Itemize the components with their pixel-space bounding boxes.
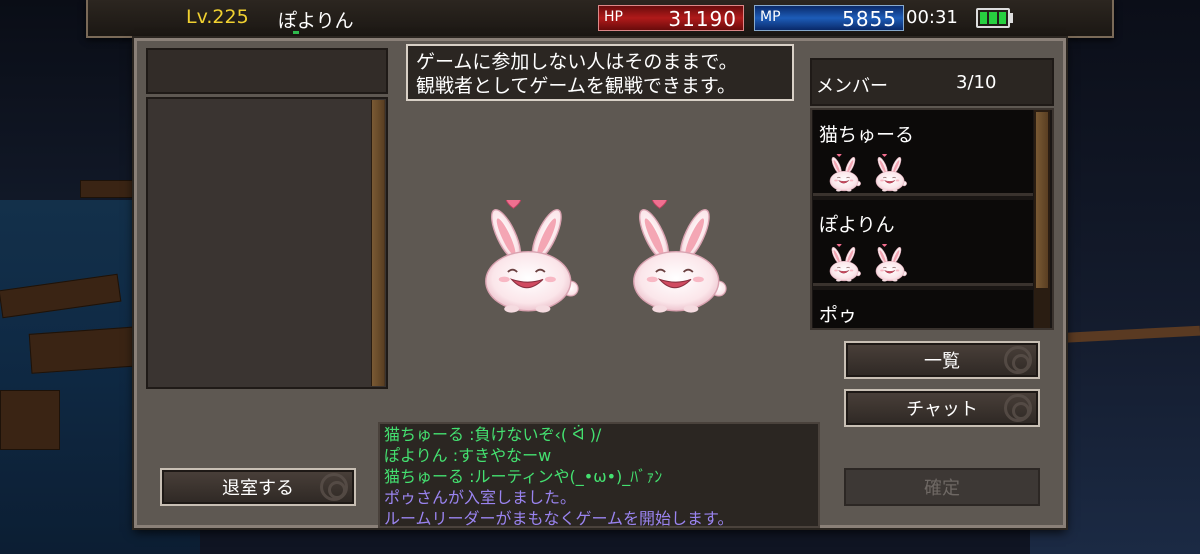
battery-nub [1010,13,1013,23]
notice-line-1: ゲームに参加しない人はそのままで。 [416,51,738,73]
system-message: ポゥさんが入室しました。 [384,488,577,507]
clock: 00:31 [906,7,958,28]
system-message: ルームリーダーがまもなくゲームを開始します。 [384,509,734,528]
battery-cell [998,12,1006,24]
hp-value: 31190 [668,7,737,31]
chat-button-label: チャット [906,399,978,420]
bunny-avatar-icon [632,200,727,314]
member-card[interactable]: ポゥ [813,290,1033,328]
members-header: メンバー 3/10 [810,58,1054,106]
player-name: ぽよりん [278,10,354,32]
bunny-icon [829,244,862,282]
swirl-ornament-icon [320,473,348,501]
member-name: ぽよりん [819,214,895,236]
chat-log[interactable]: 猫ちゅーる :負けないぞ‹( ᐛ )/ ぽよりん :すきやなーw 猫ちゅーる :… [378,422,820,528]
battery-cell [980,12,988,24]
leave-button-label: 退室する [222,478,294,499]
chat-line: ぽよりん :すきやなーw [384,446,552,465]
chat-line: 猫ちゅーる :負けないぞ‹( ᐛ )/ [384,425,602,444]
exp-bar [293,31,299,34]
hp-label: HP [604,9,623,25]
member-name: ポゥ [819,304,858,326]
mp-label: MP [760,9,781,25]
background-plank [0,390,60,450]
members-count: 3/10 [956,72,997,93]
list-button[interactable]: 一覧 [844,341,1040,379]
member-card[interactable]: 猫ちゅーる [813,110,1033,196]
hp-gauge: HP 31190 [598,5,744,31]
bunny-icon [829,154,862,192]
room-info-list [146,97,388,389]
mp-value: 5855 [842,7,897,31]
chat-button[interactable]: チャット [844,389,1040,427]
list-button-label: 一覧 [924,351,960,372]
swirl-ornament-icon [1004,394,1032,422]
notice-line-2: 観戦者としてゲームを観戦できます。 [416,75,736,97]
bunny-icon [875,244,908,282]
background-plank [80,180,135,198]
members-label: メンバー [816,76,888,97]
confirm-button[interactable]: 確定 [844,468,1040,506]
swirl-ornament-icon [1004,346,1032,374]
mp-gauge: MP 5855 [754,5,904,31]
members-scroll-thumb[interactable] [1036,112,1048,288]
confirm-button-label: 確定 [924,478,960,499]
spectator-notice: ゲームに参加しない人はそのままで。 観戦者としてゲームを観戦できます。 [406,44,794,101]
player-level: Lv.225 [186,6,249,28]
chat-line: 猫ちゅーる :ルーティンや(_•ω•)_ﾊﾞｧﾝ [384,467,663,486]
bunny-avatar-icon [484,200,579,314]
bunny-icon [875,154,908,192]
members-list[interactable]: 猫ちゅーる ぽよりん ポゥ [810,108,1054,330]
battery-icon [976,8,1010,28]
room-info-header [146,48,388,94]
member-card[interactable]: ぽよりん [813,200,1033,286]
battery-cell [989,12,997,24]
room-info-scroll-thumb[interactable] [372,100,384,386]
leave-room-button[interactable]: 退室する [160,468,356,506]
status-bar: Lv.225 ぽよりん HP 31190 MP 5855 00:31 [86,0,1114,38]
background-plank [28,326,142,374]
member-name: 猫ちゅーる [819,124,915,146]
